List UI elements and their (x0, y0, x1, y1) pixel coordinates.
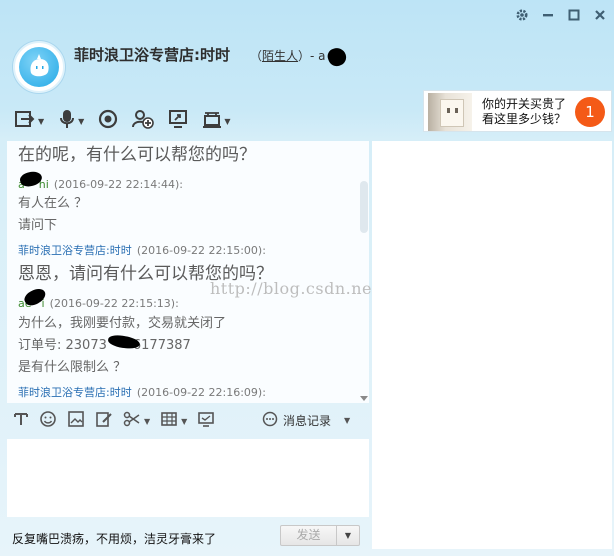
message-time: (2016-09-22 22:15:00): (136, 244, 266, 257)
message-line: 订单号: 23073 6177387 (18, 334, 191, 353)
send-button[interactable]: 发送 (281, 526, 337, 545)
edit-button[interactable] (95, 409, 113, 433)
message-line: 是有什么限制么 ？ (18, 360, 127, 375)
screenshot-icon (197, 410, 215, 432)
scrollbar-thumb[interactable] (360, 181, 368, 233)
video-button[interactable] (98, 109, 118, 133)
message-history-button[interactable]: 消息记录 ▼ (262, 411, 350, 430)
history-label: 消息记录 (283, 414, 332, 428)
emoji-button[interactable] (39, 409, 57, 433)
send-button-group: 发送 ▼ (280, 525, 360, 546)
send-options-chevron-icon[interactable]: ▼ (337, 526, 359, 545)
scroll-down-arrow[interactable] (360, 396, 368, 401)
screen-share-icon (168, 109, 188, 133)
table-icon (160, 410, 178, 432)
edit-icon (95, 410, 113, 432)
message-history[interactable]: 在的呢，有什么可以帮您的吗？ ahi (2016-09-22 22:14:44)… (7, 141, 369, 403)
tag-open: （ (250, 49, 263, 63)
socket-slot (447, 108, 450, 113)
stranger-link[interactable]: 陌生人 (262, 49, 298, 63)
sender-name[interactable]: 菲时浪卫浴专营店:时时 (18, 244, 132, 257)
screenshot-button[interactable] (197, 409, 215, 433)
message-time: (2016-09-22 22:15:13): (49, 297, 179, 310)
chevron-down-icon[interactable]: ▼ (181, 417, 187, 426)
chevron-down-icon[interactable]: ▼ (78, 117, 84, 126)
watermark-text: http://blog.csdn.net/ (210, 279, 385, 298)
message-line: 请问下 (18, 218, 58, 233)
mic-icon (58, 109, 76, 133)
remote-assist-icon (202, 109, 222, 133)
minimize-icon[interactable] (540, 7, 556, 23)
add-contact-button[interactable] (132, 109, 155, 133)
transfer-icon (14, 109, 36, 133)
remote-assist-button[interactable]: ▼ (202, 110, 230, 132)
image-icon (67, 410, 85, 432)
socket-slot (455, 108, 458, 113)
add-contact-icon (132, 109, 155, 133)
message-text: 在的呢，有什么可以帮您的吗？ (18, 145, 256, 165)
table-button[interactable]: ▼ (160, 409, 187, 433)
ad-line-2: 看这里多少钱？ (482, 112, 567, 126)
tag-close: ）- a (298, 49, 326, 63)
voice-button[interactable]: ▼ (58, 110, 84, 132)
close-icon[interactable] (592, 7, 608, 23)
message-header: ahi (2016-09-22 22:14:44): (18, 173, 183, 192)
maximize-icon[interactable] (566, 7, 582, 23)
face-icon (30, 54, 49, 77)
avatar-image (19, 47, 59, 87)
chat-toolbar: ▼ ▼ ▼ (14, 109, 230, 133)
switch-product-image (428, 93, 472, 131)
chevron-down-icon[interactable]: ▼ (224, 117, 230, 126)
chat-bubble-icon (262, 411, 278, 430)
footer-ad-text[interactable]: 反复嘴巴溃疡，不用烦，洁灵牙膏来了 (12, 530, 216, 547)
font-button[interactable] (13, 409, 29, 433)
avatar[interactable] (13, 41, 65, 93)
message-time: (2016-09-22 22:14:44): (53, 178, 183, 191)
socket-shape (440, 99, 464, 127)
ad-banner[interactable]: 你的开关买贵了 看这里多少钱？ 1 (423, 90, 612, 132)
order-number-prefix: 订单号: 23073 (18, 338, 107, 353)
order-number-suffix: 6177387 (132, 338, 191, 353)
emoji-icon (39, 410, 57, 432)
image-button[interactable] (67, 409, 85, 433)
chevron-down-icon[interactable]: ▼ (144, 417, 150, 426)
notification-badge[interactable]: 1 (575, 97, 605, 127)
sender-name[interactable]: 菲时浪卫浴专营店:时时 (18, 386, 132, 399)
settings-icon[interactable] (514, 7, 530, 23)
side-panel (372, 141, 612, 549)
chevron-down-icon[interactable]: ▼ (38, 117, 44, 126)
message-header: 菲时浪卫浴专营店:时时 (2016-09-22 22:15:00): (18, 239, 266, 258)
message-line: 有人在么 ？ (18, 196, 88, 211)
message-header: 菲时浪卫浴专营店:时时 (2016-09-22 22:16:09): (18, 381, 266, 400)
ad-line-1: 你的开关买贵了 (482, 97, 567, 111)
screen-share-button[interactable] (168, 110, 188, 132)
ad-text: 你的开关买贵了 看这里多少钱？ (482, 97, 566, 127)
scissors-icon (123, 410, 141, 432)
message-time: (2016-09-22 22:16:09): (136, 386, 266, 399)
message-line: 为什么，我刚要付款，交易就关闭了 (18, 316, 227, 331)
font-icon (13, 411, 29, 431)
screenshot-cut-button[interactable]: ▼ (123, 409, 150, 433)
window-controls (514, 7, 608, 23)
camera-icon (98, 109, 118, 133)
chat-title: 菲时浪卫浴专营店:时时 (74, 46, 230, 64)
message-input[interactable] (7, 439, 369, 517)
transfer-file-button[interactable]: ▼ (14, 110, 44, 132)
chevron-down-icon[interactable]: ▼ (344, 416, 350, 425)
